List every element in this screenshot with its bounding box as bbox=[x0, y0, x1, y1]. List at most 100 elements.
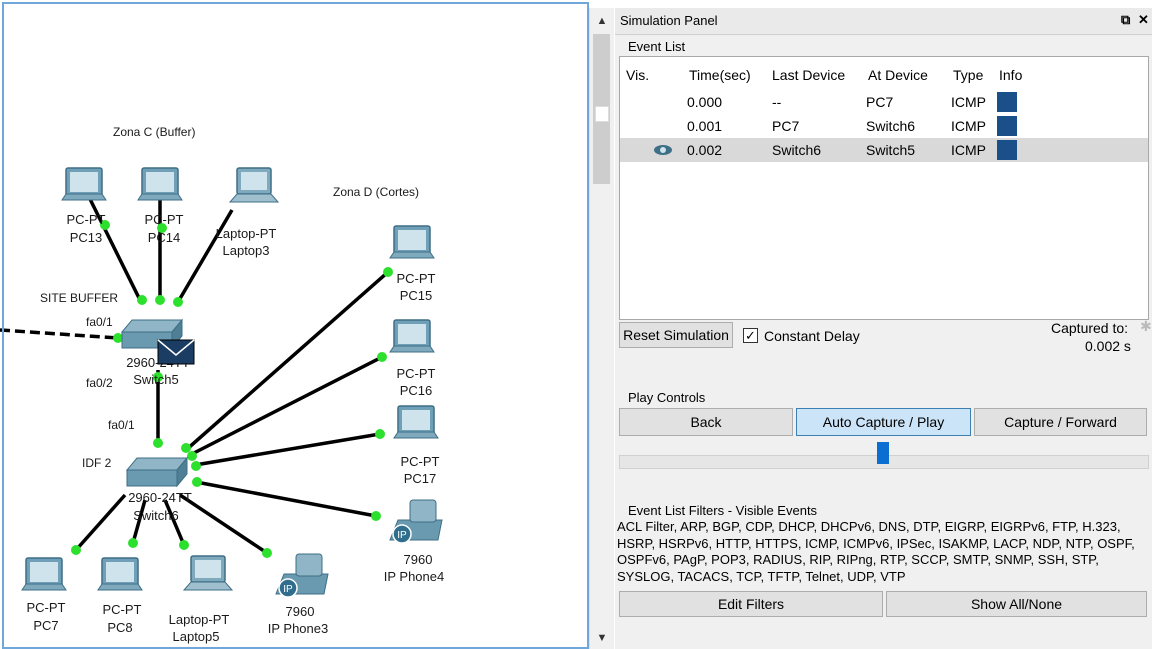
port-label-sw6-fa01: fa0/1 bbox=[108, 418, 135, 432]
scroll-up-icon[interactable]: ▲ bbox=[590, 12, 614, 30]
auto-capture-play-button[interactable]: Auto Capture / Play bbox=[796, 408, 971, 436]
col-time[interactable]: Time(sec) bbox=[689, 67, 751, 83]
svg-text:PC14: PC14 bbox=[148, 230, 181, 245]
col-type[interactable]: Type bbox=[953, 67, 983, 83]
constant-delay-label: Constant Delay bbox=[764, 328, 860, 344]
pc-icon bbox=[389, 319, 435, 353]
scroll-down-icon[interactable]: ▼ bbox=[590, 629, 614, 647]
svg-text:Laptop-PT: Laptop-PT bbox=[169, 612, 230, 627]
port-status-dots bbox=[71, 220, 393, 558]
captured-to-value: 0.002 s bbox=[1085, 338, 1131, 354]
device-laptop3[interactable]: Laptop-PT Laptop3 bbox=[216, 167, 279, 258]
link-switch6-ipphone4 bbox=[195, 480, 377, 518]
info-square-icon[interactable] bbox=[997, 92, 1017, 112]
device-ipphone3[interactable]: 7960 IP Phone3 bbox=[268, 553, 329, 636]
scroll-marker bbox=[595, 106, 609, 122]
show-all-none-button[interactable]: Show All/None bbox=[886, 591, 1147, 617]
svg-text:Switch5: Switch5 bbox=[133, 372, 179, 387]
site-buffer-label: SITE BUFFER bbox=[40, 291, 118, 305]
device-pc7[interactable]: PC-PT PC7 bbox=[21, 557, 67, 633]
network-links bbox=[0, 194, 390, 555]
constant-delay-checkbox[interactable]: ✓ bbox=[743, 328, 758, 343]
col-vis[interactable]: Vis. bbox=[626, 67, 649, 83]
svg-text:Laptop5: Laptop5 bbox=[173, 629, 220, 644]
device-pc16[interactable]: PC-PT PC16 bbox=[389, 319, 436, 398]
svg-text:PC-PT: PC-PT bbox=[103, 602, 142, 617]
back-button[interactable]: Back bbox=[619, 408, 793, 436]
pdu-envelope-icon[interactable] bbox=[157, 339, 195, 365]
svg-text:Laptop-PT: Laptop-PT bbox=[216, 226, 277, 241]
zone-c-label: Zona C (Buffer) bbox=[113, 125, 195, 139]
simulation-panel: Simulation Panel ⧉ ✕ Event List Vis. Tim… bbox=[615, 8, 1152, 649]
visible-events-list: ACL Filter, ARP, BGP, CDP, DHCP, DHCPv6,… bbox=[617, 519, 1135, 584]
event-row[interactable]: 0.000 -- PC7 ICMP bbox=[620, 90, 1148, 114]
device-ipphone4[interactable]: 7960 IP Phone4 bbox=[384, 499, 444, 584]
svg-text:PC-PT: PC-PT bbox=[401, 454, 440, 469]
zone-d-label: Zona D (Cortes) bbox=[333, 185, 419, 199]
play-speed-slider-handle[interactable] bbox=[877, 442, 889, 464]
svg-text:PC-PT: PC-PT bbox=[397, 366, 436, 381]
svg-text:PC16: PC16 bbox=[400, 383, 433, 398]
device-pc13[interactable]: PC-PT PC13 bbox=[61, 167, 107, 245]
panel-title: Simulation Panel bbox=[620, 13, 718, 28]
pc-icon bbox=[389, 225, 435, 259]
idf2-label: IDF 2 bbox=[82, 456, 112, 470]
svg-text:PC13: PC13 bbox=[70, 230, 103, 245]
device-pc17[interactable]: PC-PT PC17 bbox=[393, 405, 440, 486]
svg-text:7960: 7960 bbox=[286, 604, 315, 619]
capture-forward-button[interactable]: Capture / Forward bbox=[974, 408, 1147, 436]
event-list-label: Event List bbox=[628, 39, 686, 54]
pc-icon bbox=[137, 167, 183, 201]
link-pc13-switch5 bbox=[86, 194, 142, 301]
svg-text:7960: 7960 bbox=[404, 552, 433, 567]
canvas-scrollbar[interactable]: ▲ ▼ bbox=[589, 8, 614, 649]
col-at-device[interactable]: At Device bbox=[868, 67, 928, 83]
port-label-sw5-fa02: fa0/2 bbox=[86, 376, 113, 390]
svg-text:PC-PT: PC-PT bbox=[145, 212, 184, 227]
event-row-selected[interactable]: 0.002 Switch6 Switch5 ICMP bbox=[620, 138, 1148, 162]
pc-icon bbox=[21, 557, 67, 591]
device-laptop5[interactable]: Laptop-PT Laptop5 bbox=[169, 555, 233, 644]
svg-text:Switch6: Switch6 bbox=[133, 508, 179, 523]
svg-text:PC-PT: PC-PT bbox=[397, 271, 436, 286]
ip-phone-icon bbox=[389, 499, 443, 544]
svg-text:PC15: PC15 bbox=[400, 288, 433, 303]
svg-text:PC-PT: PC-PT bbox=[27, 600, 66, 615]
ip-phone-icon bbox=[275, 553, 329, 598]
asterisk-icon: ✱ bbox=[1140, 318, 1152, 334]
col-info[interactable]: Info bbox=[999, 67, 1022, 83]
pc-icon bbox=[393, 405, 439, 439]
svg-text:2960-24TT: 2960-24TT bbox=[128, 490, 192, 505]
link-switch5-external bbox=[0, 328, 119, 340]
play-controls-label: Play Controls bbox=[628, 390, 706, 405]
svg-text:PC8: PC8 bbox=[107, 620, 132, 635]
pc-icon bbox=[61, 167, 107, 201]
laptop-icon bbox=[229, 167, 279, 203]
switch-icon bbox=[126, 457, 188, 487]
laptop-icon bbox=[183, 555, 233, 591]
svg-text:IP Phone3: IP Phone3 bbox=[268, 621, 328, 636]
close-icon[interactable]: ✕ bbox=[1138, 12, 1149, 28]
link-switch6-pc16 bbox=[189, 355, 383, 457]
event-list-table[interactable]: Vis. Time(sec) Last Device At Device Typ… bbox=[619, 56, 1149, 320]
svg-text:PC-PT: PC-PT bbox=[67, 212, 106, 227]
col-last-device[interactable]: Last Device bbox=[772, 67, 845, 83]
event-row[interactable]: 0.001 PC7 Switch6 ICMP bbox=[620, 114, 1148, 138]
svg-text:PC17: PC17 bbox=[404, 471, 437, 486]
reset-simulation-button[interactable]: Reset Simulation bbox=[619, 322, 733, 348]
undock-icon[interactable]: ⧉ bbox=[1121, 12, 1130, 28]
svg-text:IP Phone4: IP Phone4 bbox=[384, 569, 444, 584]
info-square-icon[interactable] bbox=[997, 140, 1017, 160]
svg-text:PC7: PC7 bbox=[33, 618, 58, 633]
pc-icon bbox=[97, 557, 143, 591]
info-square-icon[interactable] bbox=[997, 116, 1017, 136]
device-switch6[interactable]: 2960-24TT Switch6 bbox=[126, 457, 192, 523]
link-switch6-pc7 bbox=[74, 493, 127, 552]
device-pc15[interactable]: PC-PT PC15 bbox=[389, 225, 436, 303]
edit-filters-button[interactable]: Edit Filters bbox=[619, 591, 883, 617]
link-switch6-pc15 bbox=[184, 270, 390, 452]
svg-text:Laptop3: Laptop3 bbox=[223, 243, 270, 258]
eye-icon bbox=[653, 144, 673, 159]
captured-to-label: Captured to: bbox=[1051, 320, 1129, 336]
device-pc8[interactable]: PC-PT PC8 bbox=[97, 557, 143, 635]
